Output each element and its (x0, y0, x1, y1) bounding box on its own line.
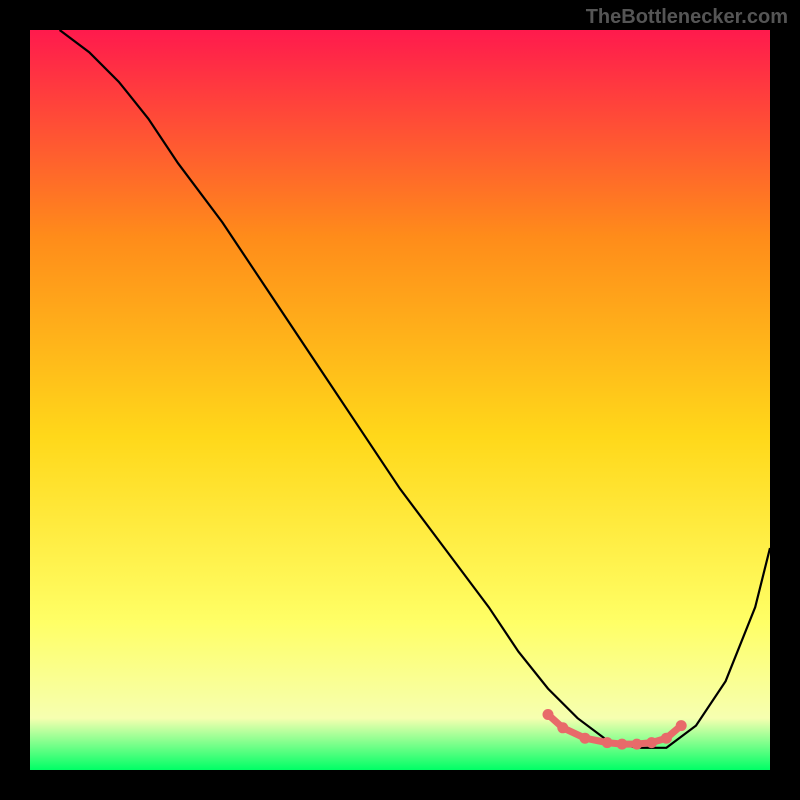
optimal-range-point (557, 722, 568, 733)
optimal-range-point (580, 733, 591, 744)
chart-container: TheBottlenecker.com (0, 0, 800, 800)
optimal-range-point (617, 739, 628, 750)
optimal-range-point (543, 709, 554, 720)
watermark-text: TheBottlenecker.com (586, 6, 788, 29)
optimal-range-point (661, 733, 672, 744)
optimal-range-point (676, 720, 687, 731)
plot-area (30, 30, 770, 770)
optimal-range-point (602, 737, 613, 748)
optimal-range-point (646, 737, 657, 748)
chart-svg (30, 30, 770, 770)
gradient-background (30, 30, 770, 770)
optimal-range-point (631, 739, 642, 750)
